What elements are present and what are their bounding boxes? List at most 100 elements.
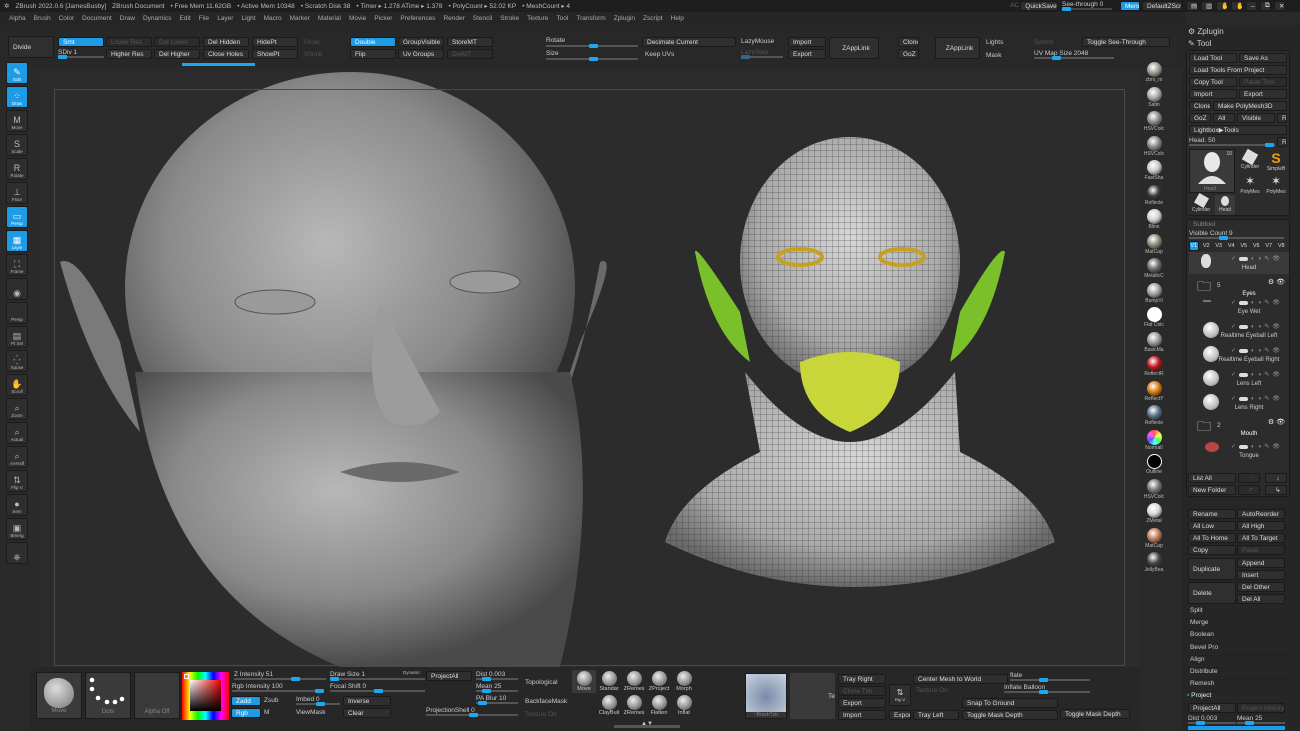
section-distribute[interactable]: Distribute [1186, 668, 1290, 681]
clone-button[interactable]: Clone [898, 37, 919, 47]
topological-toggle[interactable]: Topological [525, 679, 558, 686]
version-tab-v5[interactable]: V5 [1239, 241, 1249, 251]
dist-slider[interactable]: Dist 0.003 [1188, 715, 1236, 725]
decimate-current-button[interactable]: Decimate Current [642, 37, 736, 47]
del-other-button[interactable]: Del Other [1237, 582, 1285, 592]
brush-zremes-2[interactable]: ZRemes [622, 670, 646, 693]
del-lower-button[interactable]: Del Lower [154, 37, 200, 47]
backfacemask-toggle[interactable]: BackfaceMask [525, 698, 567, 705]
menu-preferences[interactable]: Preferences [400, 15, 435, 22]
del-higher-button[interactable]: Del Higher [154, 49, 200, 59]
quicksave-button[interactable]: QuickSave [1020, 1, 1058, 11]
tool-lsym-button[interactable]: ▦ Lsym [6, 230, 28, 252]
subtool-item-head[interactable]: ✓ ◐ ◑ ✎ 👁 Head [1189, 252, 1289, 274]
tool-floor-button[interactable]: ⊥ Floor [6, 182, 28, 204]
rgb-toggle[interactable]: Rgb [231, 708, 261, 718]
brush-claybuil-5[interactable]: ClayBuil [597, 694, 621, 717]
insert-button[interactable]: Insert [1237, 570, 1285, 580]
mean-slider[interactable]: Mean 25 [1237, 715, 1285, 725]
autoreorder-button[interactable]: AutoReorder [1237, 509, 1285, 519]
tool-pt-sel-button[interactable]: ▤ Pt Sel [6, 326, 28, 348]
layout-icon[interactable]: ▤ [1186, 1, 1198, 11]
close-holes-button[interactable]: Close Holes [203, 49, 249, 59]
material-0[interactable]: zbro_m [1139, 62, 1169, 86]
brush-zremes-6[interactable]: ZRemes [622, 694, 646, 717]
rgb-intensity-slider[interactable]: Rgb Intensity 100 [232, 683, 324, 693]
menu-zscript[interactable]: Zscript [643, 15, 663, 22]
menu-macro[interactable]: Macro [264, 15, 282, 22]
stroke-selector[interactable]: Dots [85, 672, 131, 719]
flip-v-button[interactable]: ⇅ Flip V [889, 684, 911, 706]
tool-zoom-button[interactable]: ⌕ Zoom [6, 398, 28, 420]
dynamic-toggle[interactable]: Dynamic [403, 670, 421, 675]
subtool-toggles[interactable]: ✓ ◐ ◑ ✎ 👁 [1231, 443, 1280, 451]
menu-material[interactable]: Material [318, 15, 341, 22]
material-11[interactable]: BasicMa [1139, 331, 1169, 356]
tool-draw-button[interactable]: ⁘ Draw [6, 86, 28, 108]
toggle-mask-depth-2-button[interactable]: Toggle Mask Depth [1060, 709, 1130, 719]
tray-left-button[interactable]: Tray Left [913, 710, 959, 720]
subtool-toggles[interactable]: ✓ ◐ ◑ ✎ 👁 [1231, 323, 1280, 331]
material-13[interactable]: ReflectY [1139, 380, 1169, 405]
subtool-item-eyes[interactable]: 5 ⚙ 👁 🗀 Eyes [1189, 276, 1289, 298]
palette-icon[interactable]: ✋ [1231, 1, 1243, 11]
folder-settings-eye-icon[interactable]: ⚙ 👁 [1268, 418, 1285, 426]
toggle-mask-depth-button[interactable]: Toggle Mask Depth [962, 710, 1058, 720]
menu-layer[interactable]: Layer [217, 15, 233, 22]
r-button[interactable]: R [1277, 113, 1287, 123]
lights-toggle[interactable]: Lights [986, 39, 1003, 46]
head-r-button[interactable]: R [1277, 137, 1287, 147]
clone-txtr-button[interactable]: Clone Txtr [838, 686, 886, 696]
texture-slot[interactable]: Te [790, 673, 835, 719]
version-tab-v6[interactable]: V6 [1252, 241, 1262, 251]
brush-inflat-8[interactable]: Inflat [672, 694, 696, 717]
all-to-target-button[interactable]: All To Target [1237, 533, 1285, 543]
tray-right-button[interactable]: Tray Right [838, 674, 886, 684]
m-toggle[interactable]: M [264, 709, 269, 716]
subtool-item-lens-left[interactable]: ✓ ◐ ◑ ✎ 👁 Lens Left [1189, 368, 1289, 390]
inverse-button[interactable]: Inverse [343, 696, 391, 706]
material-7[interactable]: MatCap [1139, 233, 1169, 258]
focal-shift-slider[interactable]: Focal Shift 0 [330, 683, 425, 693]
material-1[interactable]: Satin [1139, 86, 1169, 111]
groupvisible-button[interactable]: GroupVisible [398, 37, 444, 47]
keep-uvs-toggle[interactable]: Keep UVs [645, 51, 674, 58]
section-align[interactable]: Align [1186, 656, 1290, 668]
move-up-button[interactable]: ↑ [1238, 473, 1260, 483]
duplicate-button[interactable]: Duplicate [1188, 558, 1236, 580]
material-4[interactable]: FastSha [1139, 160, 1169, 184]
viewmask-toggle[interactable]: ViewMask [296, 709, 326, 716]
tool-persp-button[interactable]: ▭ Persp [6, 206, 28, 228]
export-button[interactable]: Export [788, 49, 826, 59]
menu-alpha[interactable]: Alpha [9, 15, 26, 22]
projectall-bottom-button[interactable]: ProjectAll [426, 671, 472, 681]
restore-icon[interactable]: ⧉ [1260, 1, 1271, 11]
copy-tool-button[interactable]: Copy Tool [1189, 77, 1237, 87]
menu-help[interactable]: Help [671, 15, 684, 22]
see-through-slider[interactable]: See-through 0 [1062, 1, 1112, 11]
storemt-button[interactable]: StoreMT [447, 37, 493, 47]
subtool-toggles[interactable]: ✓ ◐ ◑ ✎ 👁 [1231, 395, 1280, 403]
move-out-button[interactable]: ↳ [1265, 485, 1287, 495]
section-remesh[interactable]: Remesh [1186, 680, 1290, 693]
menu-dynamics[interactable]: Dynamics [143, 15, 172, 22]
brush-selector[interactable]: Move [36, 672, 82, 719]
new-folder-button[interactable]: New Folder [1188, 485, 1236, 495]
menu-file[interactable]: File [199, 15, 209, 22]
list-all-button[interactable]: List All [1188, 473, 1236, 483]
version-tab-v8[interactable]: V8 [1277, 241, 1287, 251]
minimize-icon[interactable]: – [1246, 1, 1257, 11]
tool-bmerg-button[interactable]: ▣ Bmerg [6, 518, 28, 540]
export-texture-button[interactable]: Export [838, 698, 886, 708]
subtool-toggles[interactable]: ✓ ◐ ◑ ✎ 👁 [1231, 371, 1280, 379]
switch-button[interactable]: Switch [1034, 39, 1053, 46]
subtool-item-realtime-eyeball-right[interactable]: ✓ ◐ ◑ ✎ 👁 Realtime Eyeball Right [1189, 344, 1289, 366]
menu-document[interactable]: Document [82, 15, 112, 22]
subtool-toggles[interactable]: ✓ ◐ ◑ ✎ 👁 [1231, 255, 1280, 263]
material-14[interactable]: Reflecte [1139, 405, 1169, 429]
grow-button[interactable]: Grow [300, 37, 346, 47]
load-tools-from-project-button[interactable]: Load Tools From Project [1189, 65, 1287, 75]
menu-color[interactable]: Color [59, 15, 75, 22]
subtool-toggles[interactable]: ✓ ◐ ◑ ✎ 👁 [1231, 299, 1280, 307]
version-tab-v1[interactable]: V1 [1189, 241, 1199, 251]
